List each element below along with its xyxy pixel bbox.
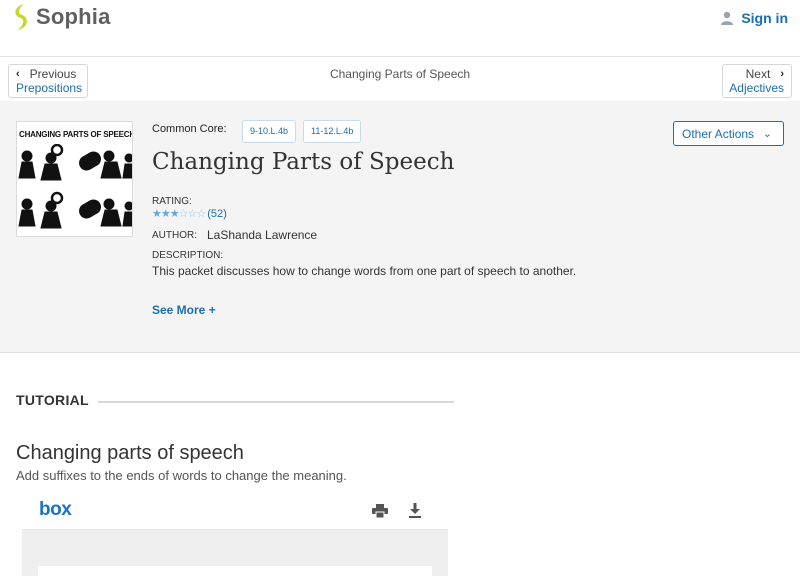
- viewer-toolbar: box: [22, 492, 448, 530]
- print-icon[interactable]: [372, 504, 388, 518]
- thumbnail-artwork: [18, 144, 132, 229]
- site-header: Sophia Sign in: [0, 0, 800, 57]
- other-actions-label: Other Actions: [682, 127, 755, 141]
- tutorial-thumbnail: CHANGING PARTS OF SPEECH: [16, 121, 133, 237]
- sophia-logo[interactable]: Sophia: [10, 3, 111, 31]
- next-direction: Next ›: [723, 68, 784, 81]
- chevron-down-icon: ⌄: [762, 128, 772, 140]
- description-label: DESCRIPTION:: [152, 250, 224, 261]
- document-page: [38, 566, 432, 576]
- current-page-title: Changing Parts of Speech: [329, 67, 471, 81]
- box-document-viewer: box: [22, 492, 448, 576]
- star-empty-icon: ☆: [196, 208, 207, 220]
- viewer-canvas: [22, 530, 448, 576]
- rating-label: RATING:: [152, 196, 192, 207]
- sign-in-label: Sign in: [741, 10, 788, 26]
- next-target: Adjectives: [729, 81, 784, 95]
- sophia-logo-icon: [15, 4, 27, 30]
- box-logo[interactable]: box: [39, 499, 72, 521]
- thumbnail-caption: CHANGING PARTS OF SPEECH: [19, 130, 133, 139]
- tutorial-title: Changing Parts of Speech: [152, 149, 455, 175]
- other-actions-dropdown[interactable]: Other Actions ⌄: [673, 121, 784, 146]
- section-title: Changing parts of speech: [16, 442, 244, 464]
- description-text: This packet discusses how to change word…: [152, 264, 577, 278]
- previous-target: Prepositions: [16, 81, 83, 95]
- see-more-link[interactable]: See More +: [152, 303, 216, 317]
- tutorial-section-label: TUTORIAL: [16, 392, 89, 408]
- section-subtitle: Add suffixes to the ends of words to cha…: [16, 468, 347, 483]
- star-row: ★★★☆☆☆: [152, 207, 207, 220]
- common-core-tag[interactable]: 11-12.L.4b: [303, 120, 362, 143]
- section-divider: [98, 401, 454, 403]
- next-button[interactable]: Next › Adjectives: [722, 64, 792, 98]
- sign-in-link[interactable]: Sign in: [720, 10, 788, 26]
- download-icon[interactable]: [408, 503, 422, 519]
- tutorial-hero: CHANGING PARTS OF SPEECH Common Core: 9-…: [0, 101, 800, 353]
- author-name: LaShanda Lawrence: [207, 228, 318, 242]
- rating-stars[interactable]: ★★★☆☆☆ (52): [152, 207, 227, 221]
- logo-text: Sophia: [36, 4, 111, 29]
- common-core-tag[interactable]: 9-10.L.4b: [242, 120, 297, 143]
- next-label: Next: [745, 67, 771, 81]
- rating-count: (52): [207, 207, 227, 220]
- common-core-label: Common Core:: [152, 123, 227, 135]
- user-icon: [721, 11, 734, 25]
- chevron-right-icon: ›: [780, 68, 784, 80]
- lesson-nav: ‹ Previous Prepositions Changing Parts o…: [0, 57, 800, 101]
- author-label: AUTHOR:: [152, 230, 197, 241]
